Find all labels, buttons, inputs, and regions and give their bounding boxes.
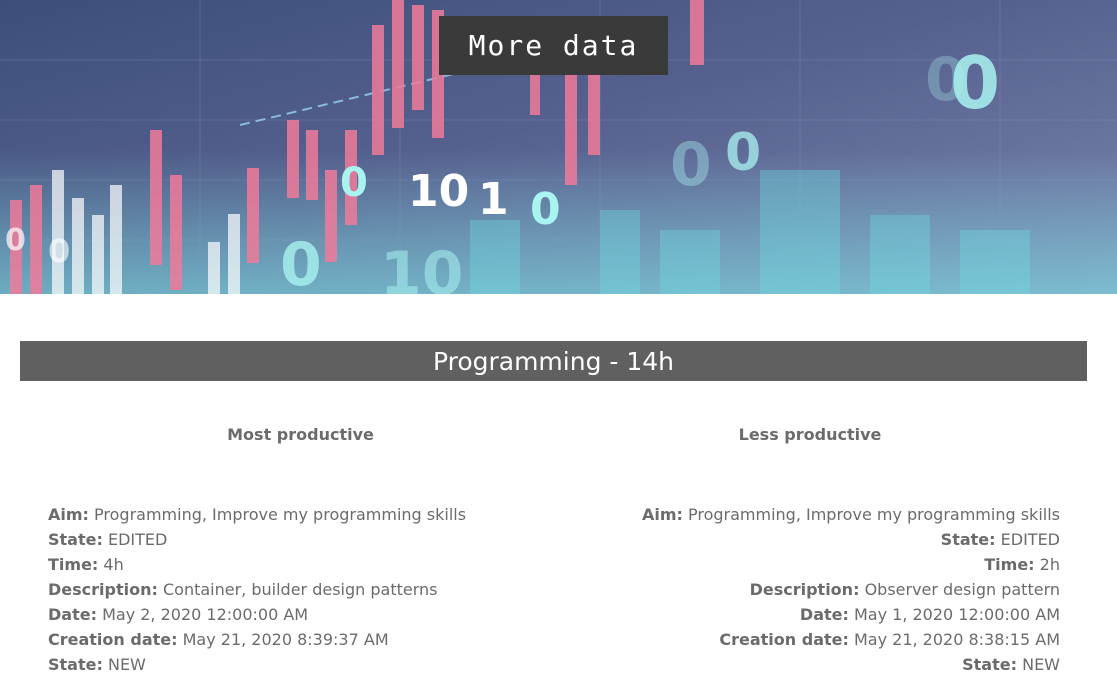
- detail-row-state: State: NEW: [48, 655, 146, 674]
- detail-row-state: State: EDITED: [48, 530, 168, 549]
- hero-digit: 10: [380, 239, 464, 294]
- detail-row-state: State: NEW: [962, 655, 1060, 674]
- detail-row-aim: Aim: Programming, Improve my programming…: [48, 505, 467, 524]
- category-title: Programming - 14h: [432, 346, 675, 376]
- detail-row-date: Date: May 1, 2020 12:00:00 AM: [799, 605, 1060, 624]
- less-productive-panel: Less productive Aim: Programming, Improv…: [560, 425, 1060, 677]
- less-productive-title: Less productive: [738, 425, 882, 444]
- hero-digit: 10: [408, 166, 469, 217]
- detail-row-creation-date: Creation date: May 21, 2020 8:39:37 AM: [48, 630, 389, 649]
- hero-digit: 0: [5, 223, 26, 258]
- hero-banner: 0 10 1 0 0 0 0 0 10 0 0 0 0 More data: [0, 0, 1117, 294]
- detail-row-date: Date: May 2, 2020 12:00:00 AM: [48, 605, 309, 624]
- hero-digit: 0: [340, 160, 368, 206]
- detail-row-creation-date: Creation date: May 21, 2020 8:38:15 AM: [719, 630, 1060, 649]
- detail-row-description: Description: Observer design pattern: [749, 580, 1060, 599]
- hero-digit: 0: [48, 232, 70, 270]
- hero-digit: 0: [925, 45, 967, 115]
- more-data-button[interactable]: More data: [439, 16, 668, 75]
- hero-digit: 0: [670, 130, 712, 200]
- detail-row-time: Time: 4h: [48, 555, 124, 574]
- hero-digit: 0: [725, 123, 761, 183]
- detail-row-time: Time: 2h: [984, 555, 1060, 574]
- detail-row-description: Description: Container, builder design p…: [48, 580, 438, 599]
- most-productive-title: Most productive: [227, 425, 374, 444]
- most-productive-panel: Most productive Aim: Programming, Improv…: [48, 425, 553, 677]
- detail-row-aim: Aim: Programming, Improve my programming…: [641, 505, 1060, 524]
- detail-row-state: State: EDITED: [940, 530, 1060, 549]
- hero-digit: 1: [478, 174, 509, 225]
- hero-digit: 0: [530, 184, 561, 235]
- hero-digit: 0: [280, 230, 322, 294]
- category-header: Programming - 14h: [20, 341, 1087, 381]
